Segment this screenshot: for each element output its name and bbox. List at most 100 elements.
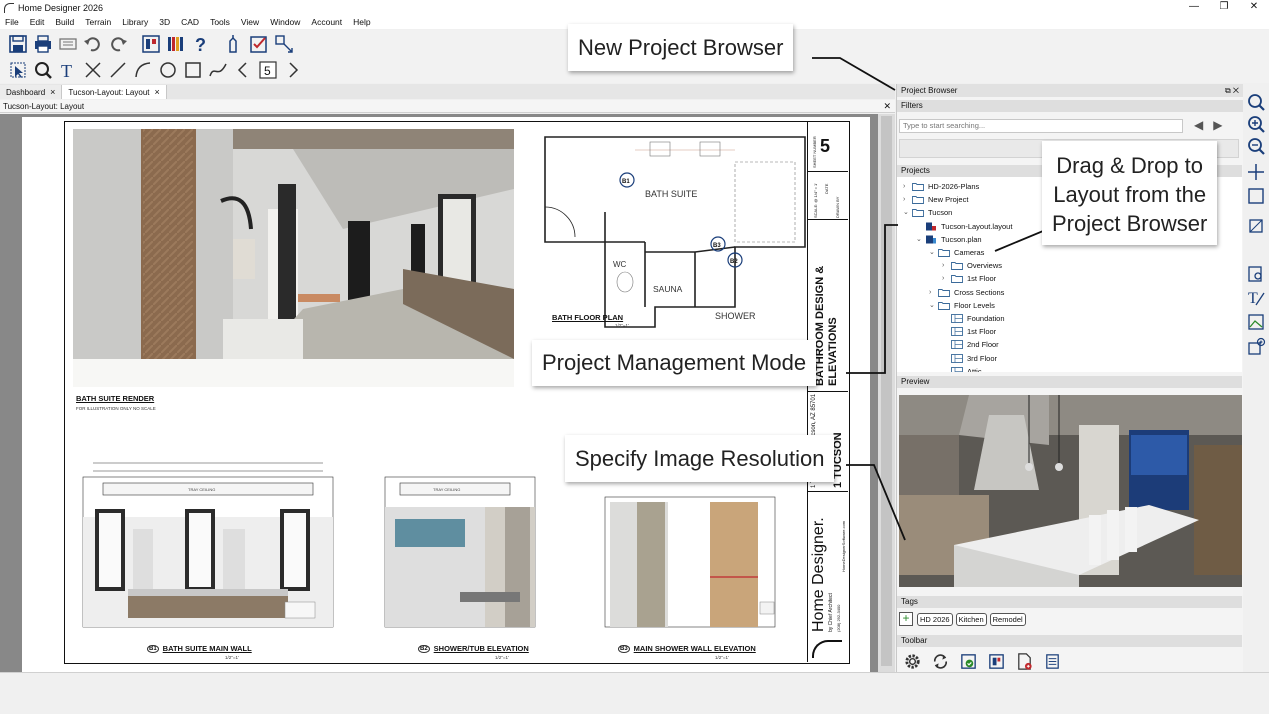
tree-item[interactable]: ⌄ Cameras [929,246,984,259]
chevron-right-icon[interactable]: › [903,193,912,206]
tag-chip[interactable]: Kitchen [955,612,987,626]
close-icon[interactable]: × [155,87,160,97]
tab-tucson-layout[interactable]: Tucson-Layout: Layout × [62,85,167,99]
redo-icon[interactable] [106,33,129,55]
minimize-button[interactable]: — [1179,0,1209,15]
tree-item[interactable]: ⌄ Tucson [903,206,952,219]
library-icon[interactable] [164,33,187,55]
tree-item[interactable]: 1st Floor [942,325,996,338]
menu-edit[interactable]: Edit [30,17,45,27]
tag-chip[interactable]: HD 2026 [917,612,953,626]
chevron-right-icon[interactable]: ▶ [1213,118,1222,132]
menu-3d[interactable]: 3D [159,17,170,27]
vertical-scrollbar[interactable] [878,114,895,672]
search-input[interactable]: Type to start searching... [899,119,1183,133]
close-icon[interactable]: × [50,87,55,97]
text-icon[interactable]: T [56,59,79,81]
new-file-icon[interactable] [1012,651,1036,671]
export-icon[interactable] [1040,651,1064,671]
chevron-down-icon[interactable]: ⌄ [916,233,925,246]
chevron-left-icon[interactable]: ◀ [1194,118,1203,132]
menu-help[interactable]: Help [353,17,370,27]
chevron-down-icon[interactable]: ⌄ [903,206,912,219]
menu-window[interactable]: Window [270,17,300,27]
menu-view[interactable]: View [241,17,259,27]
tree-item[interactable]: 3rd Floor [942,352,997,365]
menu-tools[interactable]: Tools [210,17,230,27]
add-tag-button[interactable]: + [899,612,913,626]
plan-room-bath-suite: BATH SUITE [645,189,697,199]
callout-new-project-browser: New Project Browser [568,24,794,71]
zoom-out-icon[interactable] [1246,136,1266,156]
open-checked-icon[interactable] [956,651,980,671]
chevron-left-icon[interactable] [231,59,254,81]
save-icon[interactable] [6,33,29,55]
zoom-in-icon[interactable] [1246,114,1266,134]
tree-item[interactable]: ⌄ Tucson.plan [916,233,982,246]
tag-chip[interactable]: Remodel [989,612,1026,626]
help-icon[interactable]: ? [189,33,212,55]
tab-dashboard[interactable]: Dashboard × [0,85,63,99]
gear-icon[interactable] [900,651,924,671]
pointer-icon[interactable] [222,33,245,55]
zoom-icon[interactable] [31,59,54,81]
aerial-view-icon[interactable] [1246,216,1266,236]
tree-item[interactable]: › 1st Floor [942,272,996,285]
menu-cad[interactable]: CAD [181,17,199,27]
menu-terrain[interactable]: Terrain [85,17,111,27]
layout-canvas[interactable]: BATH SUITE RENDER FOR ILLUSTRATION ONLY … [0,114,895,672]
chevron-down-icon[interactable]: ⌄ [929,299,938,312]
scrollbar-thumb[interactable] [881,116,892,666]
project-browser-icon[interactable] [139,33,162,55]
maximize-button[interactable]: ❐ [1209,0,1239,15]
plan-tag-b3: B3 [713,243,721,249]
box-icon[interactable] [181,59,204,81]
picture-icon[interactable] [1246,312,1266,332]
open-plan-icon[interactable] [984,651,1008,671]
print-preview-icon[interactable] [56,33,79,55]
snap-icon[interactable] [1246,264,1266,284]
line-icon[interactable] [106,59,129,81]
menu-file[interactable]: File [5,17,19,27]
close-panel-icon[interactable]: ✕ [1233,86,1239,95]
folder-icon [912,196,924,205]
tree-item[interactable]: › Overviews [942,259,1002,272]
select-icon[interactable] [6,59,29,81]
chevron-down-icon[interactable]: ⌄ [929,246,938,259]
tree-item[interactable]: › HD-2026-Plans [903,180,979,193]
chevron-right-icon[interactable]: › [929,286,938,299]
fill-window-icon[interactable] [1246,186,1266,206]
float-panel-icon[interactable]: ⧉ [1225,86,1231,95]
refresh-icon[interactable] [928,651,952,671]
close-window-button[interactable]: ✕ [1239,0,1269,15]
tree-item[interactable]: › New Project [903,193,968,206]
arc-icon[interactable] [131,59,154,81]
tree-item[interactable]: Foundation [942,312,1005,325]
menu-library[interactable]: Library [122,17,148,27]
text-style-icon[interactable]: T [1246,287,1266,307]
spline-icon[interactable] [206,59,229,81]
chevron-right-icon[interactable]: › [942,272,951,285]
layout-icon[interactable] [272,33,295,55]
page-number-icon[interactable]: 5 [256,59,279,81]
add-view-icon[interactable] [1246,337,1266,357]
chevron-right-icon[interactable]: › [942,259,951,272]
print-icon[interactable] [31,33,54,55]
zoom-fit-icon[interactable] [1246,92,1266,112]
tree-item[interactable]: Attic [942,365,982,372]
checklist-icon[interactable] [247,33,270,55]
circle-icon[interactable] [156,59,179,81]
delete-icon[interactable] [81,59,104,81]
tree-item[interactable]: Tucson-Layout.layout [916,220,1012,233]
tree-item[interactable]: ⌄ Floor Levels [929,299,995,312]
menu-account[interactable]: Account [311,17,342,27]
tree-item-label: 1st Floor [967,274,997,284]
tree-item[interactable]: 2nd Floor [942,338,999,351]
undo-icon[interactable] [81,33,104,55]
chevron-right-icon[interactable]: › [903,180,912,193]
tree-item[interactable]: › Cross Sections [929,286,1004,299]
chevron-right-icon[interactable] [281,59,304,81]
close-document-button[interactable]: ✕ [883,100,891,113]
menu-build[interactable]: Build [55,17,74,27]
pan-icon[interactable] [1246,162,1266,182]
